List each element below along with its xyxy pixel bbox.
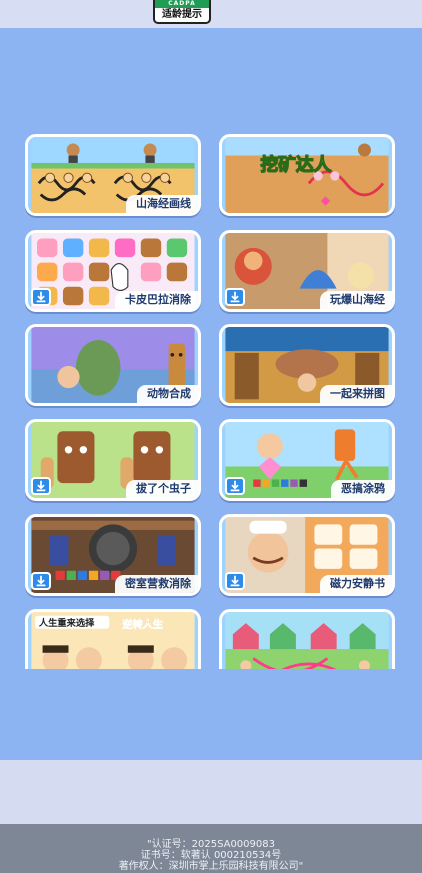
game-card-escape-room-rescue[interactable]: 密室营救消除 xyxy=(25,514,201,596)
game-card-magnetic-quiet-book[interactable]: 磁力安静书 xyxy=(219,514,395,596)
certificate-number: 证书号：软著认 000210534号 xyxy=(140,850,282,861)
age-rating-label: 适龄提示 xyxy=(162,9,202,20)
game-title: 拔了个虫子 xyxy=(126,480,198,498)
bottom-band xyxy=(0,760,422,824)
game-card-puzzle-together[interactable]: 一起来拼图 xyxy=(219,324,395,406)
game-card-shanhaijing-draw-line[interactable]: 山海经画线 xyxy=(25,134,201,216)
game-card-animal-merge[interactable]: 动物合成 xyxy=(25,324,201,406)
game-thumbnail xyxy=(225,612,389,669)
download-icon xyxy=(31,572,51,590)
game-title: 磁力安静书 xyxy=(320,575,392,593)
download-icon xyxy=(31,477,51,495)
copyright-holder: 著作权人：深圳市掌上乐园科技有限公司" xyxy=(118,861,304,872)
game-title: 玩爆山海经 xyxy=(320,291,392,309)
download-icon xyxy=(225,477,245,495)
life-restart-art-title: 人生重来选择 xyxy=(39,617,95,629)
top-strip xyxy=(0,0,422,28)
download-icon xyxy=(225,572,245,590)
game-title: 一起来拼图 xyxy=(320,385,392,403)
game-card-capybara-match[interactable]: 卡皮巴拉消除 xyxy=(25,230,201,312)
cadpa-logo: CADPA xyxy=(155,0,209,8)
game-card-prank-doodle[interactable]: 恶搞涂鸦 xyxy=(219,419,395,501)
game-title: 卡皮巴拉消除 xyxy=(115,291,198,309)
game-card-wanbao-shanhaijing[interactable]: 玩爆山海经 xyxy=(219,230,395,312)
game-card-12[interactable] xyxy=(219,609,395,669)
game-title: 密室营救消除 xyxy=(115,575,198,593)
game-card-pull-bug[interactable]: 拔了个虫子 xyxy=(25,419,201,501)
game-title: 山海经画线 xyxy=(126,195,198,213)
game-card-mining-master[interactable]: 挖矿达人 xyxy=(219,134,395,216)
game-title: 动物合成 xyxy=(137,385,198,403)
game-card-life-restart-choice[interactable]: 人生重来选择 逆转人生 xyxy=(25,609,201,669)
game-thumbnail: 人生重来选择 逆转人生 xyxy=(31,612,195,669)
game-thumbnail: 挖矿达人 xyxy=(225,137,389,213)
game-title: 恶搞涂鸦 xyxy=(331,480,392,498)
game-grid: 山海经画线 挖矿达人 卡皮巴拉消除 玩爆山海经 动物合成 一起来拼图 拔了个虫子… xyxy=(25,134,395,669)
life-restart-art-caption: 逆转人生 xyxy=(122,618,163,631)
copyright-footer: "认证号：2025SA0009083 证书号：软著认 000210534号 著作… xyxy=(0,824,422,873)
mining-title-art: 挖矿达人 xyxy=(261,154,332,175)
age-rating-badge[interactable]: CADPA 适龄提示 xyxy=(153,0,211,24)
download-icon xyxy=(31,288,51,306)
certification-number: "认证号：2025SA0009083 xyxy=(147,839,275,850)
download-icon xyxy=(225,288,245,306)
